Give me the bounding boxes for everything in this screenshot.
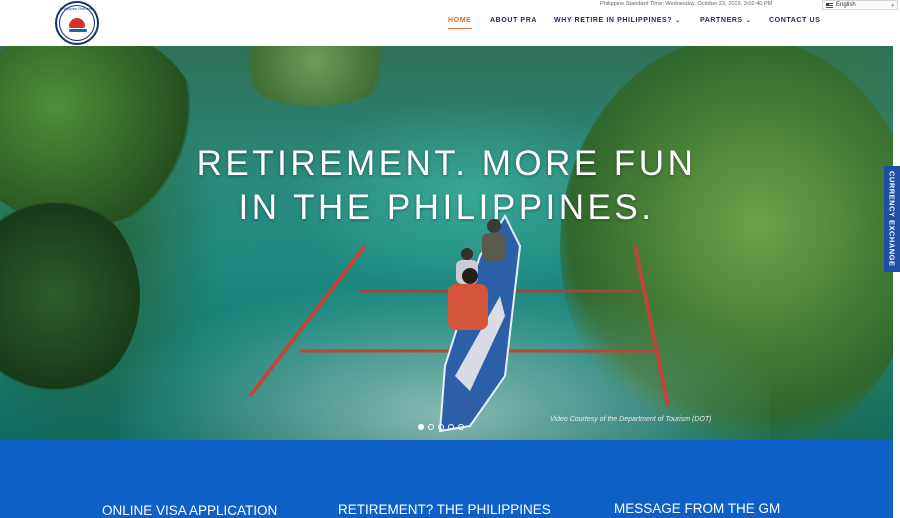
slider-dot[interactable] [418,424,424,430]
outrigger-right [633,245,670,407]
outrigger-boat [248,213,670,433]
nav-contact-label: CONTACT US [769,17,821,24]
active-nav-indicator [448,28,472,29]
slider-dot[interactable] [448,424,454,430]
boat-illustration [248,213,670,433]
logo-sun-icon [69,18,85,28]
retirement-philippines-link[interactable]: RETIREMENT? THE PHILIPPINES [338,502,551,517]
nav-home-label: HOME [448,17,472,24]
nav-partners-label: PARTNERS [700,17,743,24]
passenger-middle-head [461,248,473,260]
currency-exchange-label: CURRENCY EXCHANGE [887,171,897,267]
currency-exchange-tab[interactable]: CURRENCY EXCHANGE [884,166,900,272]
chevron-down-icon: ⌄ [745,18,752,24]
nav-contact-us[interactable]: CONTACT US [769,17,820,24]
nav-partners[interactable]: PARTNERS ⌄ [700,17,751,24]
hero-headline-line2: IN THE PHILIPPINES. [238,188,655,227]
logo-text: Philippine Retirement Authority [60,7,94,11]
chevron-down-icon: ⌄ [675,18,681,24]
logo-wave-icon [69,29,87,32]
page: Philippine Retirement Authority Philippi… [0,0,900,518]
quick-links-band: ONLINE VISA APPLICATION RETIREMENT? THE … [0,440,893,518]
message-from-gm-link[interactable]: MESSAGE FROM THE GM [614,501,780,516]
site-header: Philippine Retirement Authority Philippi… [0,0,900,46]
slider-dot[interactable] [458,424,464,430]
nav-home[interactable]: HOME [448,17,471,24]
hero-video[interactable]: RETIREMENT. MORE FUN IN THE PHILIPPINES.… [0,46,893,440]
online-visa-link[interactable]: ONLINE VISA APPLICATION [102,503,277,518]
logo-seal: Philippine Retirement Authority [59,5,95,41]
pra-logo[interactable]: Philippine Retirement Authority [55,1,99,45]
slider-dots [418,424,464,430]
passenger-front [448,284,488,330]
language-label: English [836,2,856,8]
us-flag-icon [826,2,833,8]
standard-time-label: Philippine Standard Time: Wednesday, Oct… [600,1,773,7]
nav-why-retire-label: WHY RETIRE IN PHILIPPINES? [554,17,673,24]
passenger-back [482,233,506,261]
nav-about-label: ABOUT PRA [490,17,538,24]
hero-headline: RETIREMENT. MORE FUN IN THE PHILIPPINES. [0,142,893,230]
language-selector[interactable]: English ▾ [822,0,898,10]
chevron-down-icon: ▾ [891,3,894,9]
nav-about-pra[interactable]: ABOUT PRA [490,17,537,24]
nav-why-retire[interactable]: WHY RETIRE IN PHILIPPINES? ⌄ [554,17,681,24]
hero-headline-line1: RETIREMENT. MORE FUN [196,144,697,183]
outrigger-left [248,244,367,398]
slider-dot[interactable] [438,424,444,430]
passenger-front-head [462,268,478,284]
video-credit: Video Courtesy of the Department of Tour… [550,416,712,423]
slider-dot[interactable] [428,424,434,430]
